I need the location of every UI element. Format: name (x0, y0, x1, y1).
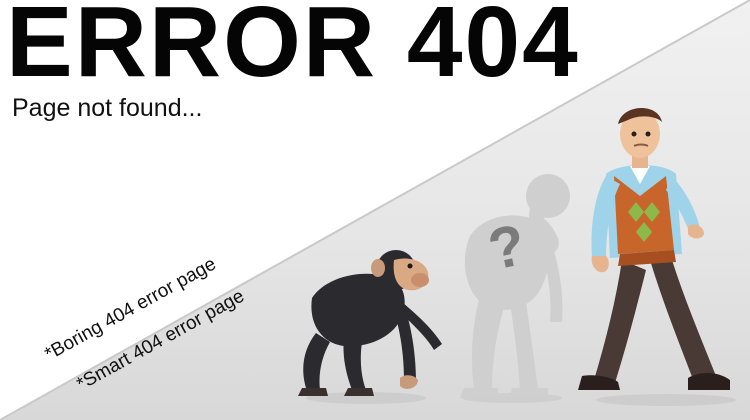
man-walking-illustration (578, 107, 736, 406)
ghost-ape-man-illustration: ? (460, 174, 570, 403)
error-404-banner: ERROR 404 Page not found... *Boring 404 … (0, 0, 750, 420)
chimpanzee-illustration (298, 250, 442, 404)
error-subtitle: Page not found... (12, 94, 203, 122)
error-title: ERROR 404 (6, 0, 580, 98)
